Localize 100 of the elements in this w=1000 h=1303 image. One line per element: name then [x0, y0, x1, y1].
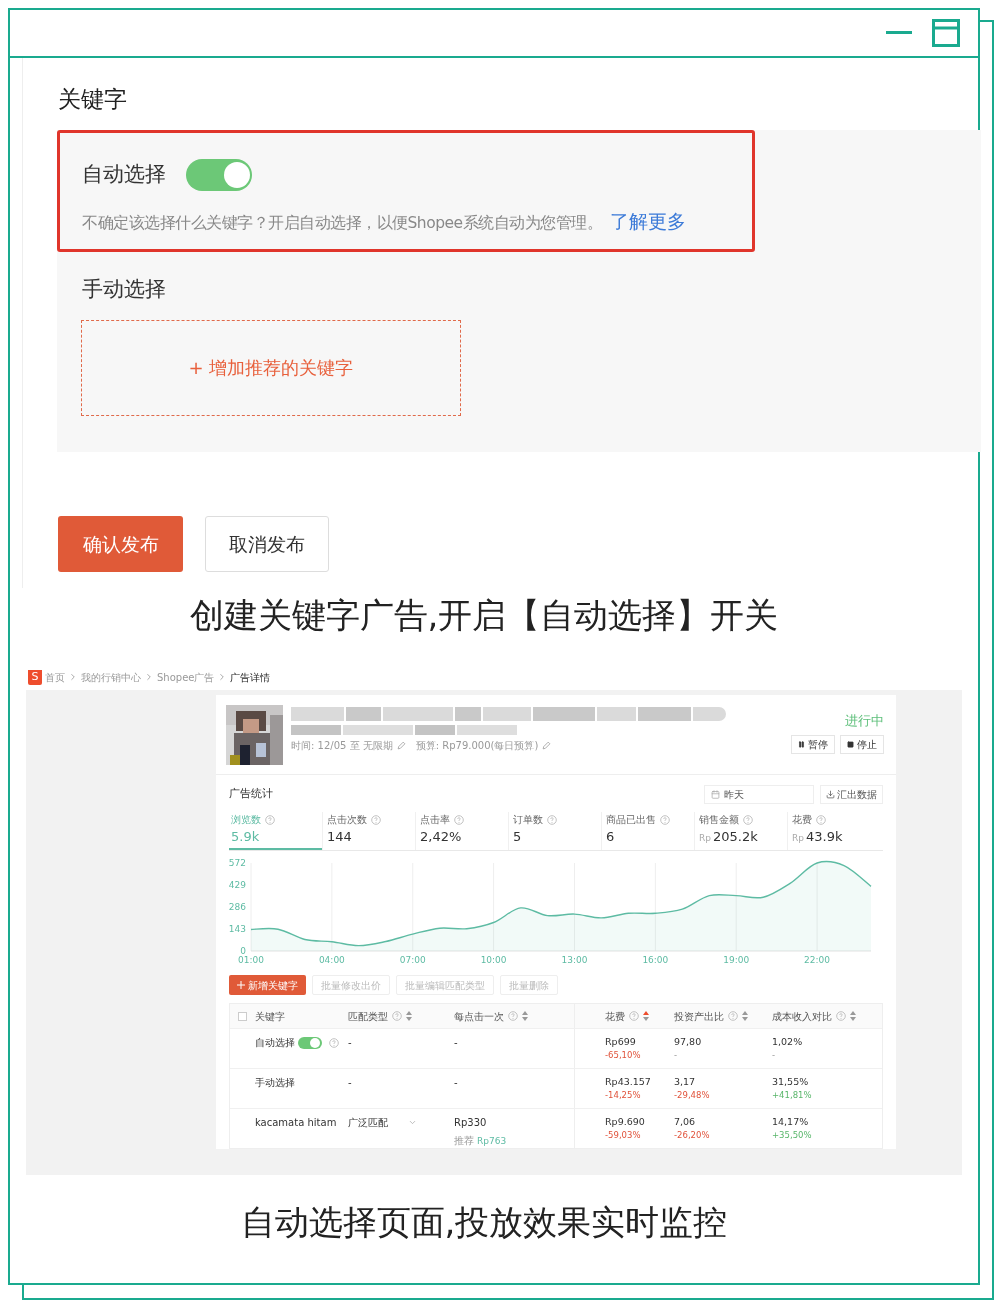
help-icon	[547, 814, 557, 825]
sort-icon[interactable]	[522, 1011, 528, 1021]
metric-label: 浏览数	[231, 813, 261, 827]
change-percent: -26,20%	[674, 1129, 711, 1142]
change-percent: -59,03%	[605, 1129, 642, 1142]
metric-label: 花费	[792, 813, 812, 827]
suggest-label: 推荐	[454, 1134, 474, 1148]
metric-value: 31,55%	[772, 1075, 810, 1089]
change-percent: -	[772, 1049, 777, 1062]
ad-period: 时间: 12/05 至 无限期	[291, 739, 393, 753]
help-icon	[629, 1011, 639, 1021]
metric-label: 点击率	[420, 813, 450, 827]
help-icon	[392, 1011, 402, 1021]
stop-button[interactable]: 停止	[840, 734, 884, 754]
sort-icon[interactable]	[643, 1011, 649, 1021]
toggle-switch[interactable]	[298, 1036, 322, 1049]
sort-icon[interactable]	[406, 1011, 412, 1021]
metric-value: 144	[327, 828, 352, 846]
pause-icon	[798, 740, 805, 748]
help-icon	[728, 1011, 738, 1021]
metric-value: 1,02%	[772, 1035, 804, 1049]
column-header[interactable]: 花费	[574, 1004, 674, 1028]
metric-value: 5	[513, 828, 522, 846]
table-cell-text: -	[348, 1076, 353, 1090]
y-tick-label: 286	[228, 902, 246, 912]
dropdown-icon[interactable]	[408, 1118, 417, 1127]
ad-budget: 预算: Rp79.000(每日预算)	[415, 739, 539, 753]
date-picker[interactable]: 昨天	[704, 785, 814, 804]
select-all-checkbox[interactable]	[238, 1011, 247, 1021]
help-icon	[660, 814, 670, 825]
metric-tab[interactable]: 订单数 5	[508, 812, 601, 850]
x-tick-label: 04:00	[318, 955, 345, 965]
metric-tab[interactable]: 点击次数 144	[322, 812, 415, 850]
table-cell-text: -	[454, 1036, 459, 1050]
stop-icon	[847, 740, 854, 748]
table-cell-text: kacamata hitam	[255, 1116, 337, 1130]
cancel-button[interactable]: 取消发布	[205, 516, 329, 572]
x-tick-label: 22:00	[804, 955, 831, 965]
suggested-bid: Rp763	[477, 1135, 507, 1148]
column-header[interactable]: 投资产出比	[674, 1008, 772, 1024]
x-tick-label: 13:00	[561, 955, 588, 965]
currency-prefix: Rp	[792, 832, 804, 845]
shop-logo[interactable]: S	[28, 669, 42, 685]
metric-value: 5.9k	[231, 828, 260, 846]
column-header[interactable]: 每点击一次	[454, 1008, 574, 1024]
change-percent: +41,81%	[772, 1089, 813, 1102]
change-percent: -	[674, 1049, 679, 1062]
help-icon	[329, 1037, 339, 1048]
y-tick-label: 429	[228, 880, 246, 890]
help-icon	[816, 814, 826, 825]
table-cell-text: -	[454, 1076, 459, 1090]
auto-select-label: 自动选择	[82, 161, 166, 189]
pencil-icon[interactable]	[396, 741, 406, 750]
toggle-switch[interactable]	[186, 159, 252, 191]
calendar-icon	[711, 790, 720, 799]
table-cell-text: -	[348, 1036, 353, 1050]
chevron-icon	[144, 672, 154, 682]
metric-value: Rp43.157	[605, 1075, 652, 1089]
column-header: 关键字	[230, 1008, 348, 1024]
change-percent: -29,48%	[674, 1089, 711, 1102]
change-percent: +35,50%	[772, 1129, 813, 1142]
metric-value: 43.9k	[805, 828, 843, 846]
help-icon	[836, 1011, 846, 1021]
x-tick-label: 01:00	[238, 955, 264, 965]
metric-value: 7,06	[674, 1115, 697, 1129]
export-button[interactable]: 汇出数据	[820, 785, 883, 804]
metric-tab[interactable]: 商品已出售 6	[601, 812, 694, 850]
metric-value: 97,80	[674, 1035, 703, 1049]
chevron-icon	[68, 672, 78, 682]
metric-label: 点击次数	[327, 813, 367, 827]
minimize-icon[interactable]	[886, 31, 912, 35]
download-icon	[826, 790, 835, 799]
column-header[interactable]: 匹配类型	[348, 1008, 454, 1024]
metric-tab[interactable]: 点击率 2,42%	[415, 812, 508, 850]
table-cell-text: 手动选择	[255, 1076, 295, 1090]
add-keyword-button[interactable]: 新增关键字	[229, 975, 306, 995]
metric-value: Rp9.690	[605, 1115, 646, 1129]
pencil-icon[interactable]	[542, 741, 552, 750]
change-percent: -65,10%	[605, 1049, 642, 1062]
description-text: 不确定该选择什么关键字？开启自动选择，以便Shopee系统自动为您管理。	[82, 213, 603, 234]
table-cell-text: 广泛匹配	[348, 1116, 389, 1130]
metric-label: 订单数	[513, 813, 543, 827]
column-header[interactable]: 成本收入对比	[772, 1008, 882, 1024]
help-icon	[371, 814, 381, 825]
x-tick-label: 19:00	[723, 955, 750, 965]
sort-icon[interactable]	[850, 1011, 856, 1021]
plus-icon	[237, 981, 245, 989]
help-icon	[508, 1011, 518, 1021]
learn-more-link[interactable]: 了解更多	[610, 207, 687, 236]
manual-select-label: 手动选择	[82, 276, 167, 303]
metric-label: 商品已出售	[606, 813, 656, 827]
metric-label: 销售金额	[699, 813, 739, 827]
metric-tab[interactable]: 花费 Rp 43.9k	[787, 812, 880, 850]
metric-tab[interactable]: 销售金额 Rp 205.2k	[694, 812, 787, 850]
maximize-icon[interactable]	[932, 19, 960, 47]
confirm-button[interactable]: 确认发布	[58, 516, 183, 572]
breadcrumb-link[interactable]: 广告详情	[230, 669, 271, 685]
sort-icon[interactable]	[742, 1011, 748, 1021]
pause-button[interactable]: 暂停	[791, 734, 835, 754]
metric-value: 2,42%	[420, 828, 462, 846]
